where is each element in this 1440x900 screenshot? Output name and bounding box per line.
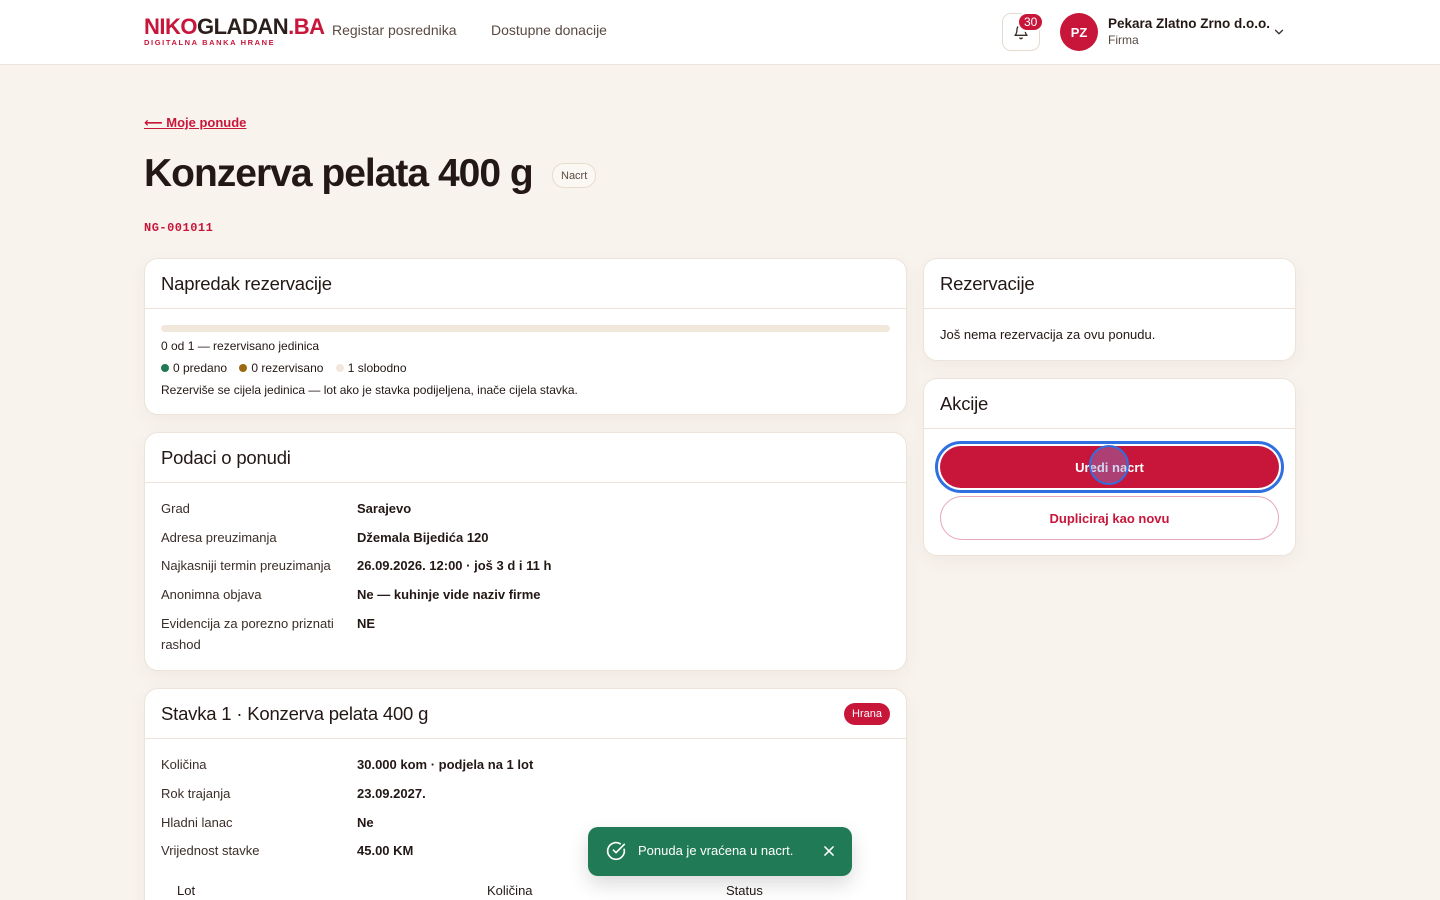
- detail-label: Evidencija za porezno priznati rashod: [161, 616, 334, 652]
- item-label: Hladni lanac: [161, 815, 233, 830]
- detail-value: 26.09.2026. 12:00 · još 3 d i 11 h: [357, 558, 552, 573]
- card-title: Napredak rezervacije: [161, 272, 332, 294]
- item-label: Vrijednost stavke: [161, 843, 260, 858]
- legend-item-delivered: 0 predano: [161, 361, 227, 375]
- page-title: Konzerva pelata 400 g: [144, 152, 534, 195]
- user-avatar[interactable]: PZ: [1060, 13, 1098, 51]
- back-to-my-offers-link[interactable]: ⟵ Moje ponude: [144, 115, 246, 131]
- item-value: 23.09.2027.: [357, 786, 426, 801]
- progress-legend: 0 predano 0 rezervisano 1 slobodno: [161, 361, 407, 375]
- logo-wordmark: NIKOGLADAN.BA: [144, 14, 325, 39]
- toast-message: Ponuda je vraćena u nacrt.: [638, 843, 794, 858]
- card-header: Rezervacije: [924, 259, 1295, 309]
- item-value: Ne: [357, 815, 374, 830]
- progress-note: Rezerviše se cijela jedinica — lot ako j…: [161, 383, 578, 397]
- user-role: Firma: [1108, 33, 1139, 47]
- legend-dot: [239, 364, 248, 372]
- detail-label: Anonimna objava: [161, 587, 262, 602]
- top-navigation-bar: NIKOGLADAN.BA DIGITALNA BANKA HRANE Regi…: [0, 0, 1440, 65]
- offer-details-card: Podaci o ponudi Grad Sarajevo Adresa pre…: [144, 432, 907, 671]
- lot-table-header-lot: Lot: [177, 883, 196, 898]
- detail-label: Adresa preuzimanja: [161, 530, 277, 545]
- progress-bar: [161, 325, 890, 332]
- card-header: Napredak rezervacije: [145, 259, 906, 309]
- legend-item-reserved: 0 rezervisano: [239, 361, 323, 375]
- logo[interactable]: NIKOGLADAN.BA DIGITALNA BANKA HRANE: [144, 14, 325, 48]
- logo-tagline: DIGITALNA BANKA HRANE: [144, 38, 276, 47]
- item-value: 30.000 kom · podjela na 1 lot: [357, 757, 534, 772]
- detail-label: Najkasniji termin preuzimanja: [161, 558, 331, 573]
- reservations-empty-text: Još nema rezervacija za ovu ponudu.: [940, 327, 1156, 342]
- category-badge: Hrana: [844, 702, 890, 725]
- legend-item-free: 1 slobodno: [335, 361, 407, 375]
- detail-value: Džemala Bijedića 120: [357, 530, 489, 545]
- check-circle-icon: [606, 841, 626, 861]
- status-badge: Nacrt: [552, 163, 597, 188]
- reservation-progress-card: Napredak rezervacije 0 od 1 — rezervisan…: [144, 258, 907, 415]
- nav-link-dostupne-donacije[interactable]: Dostupne donacije: [491, 22, 607, 38]
- card-title: Rezervacije: [940, 272, 1035, 294]
- item-label: Količina: [161, 757, 207, 772]
- card-title: Akcije: [940, 392, 989, 414]
- progress-summary: 0 od 1 — rezervisano jedinica: [161, 339, 320, 353]
- detail-value: Sarajevo: [357, 501, 412, 516]
- user-name[interactable]: Pekara Zlatno Zrno d.o.o.: [1108, 16, 1270, 31]
- card-title: Podaci o ponudi: [161, 446, 291, 468]
- card-header: Podaci o ponudi: [145, 433, 906, 483]
- reservations-card: Rezervacije Još nema rezervacija za ovu …: [923, 258, 1296, 361]
- nav-link-registar-posrednika[interactable]: Registar posrednika: [332, 22, 457, 38]
- chevron-down-icon[interactable]: [1272, 25, 1286, 39]
- detail-value: NE: [357, 616, 376, 631]
- legend-dot: [335, 364, 344, 372]
- detail-label: Grad: [161, 501, 190, 516]
- notifications-count-badge: 30: [1017, 12, 1045, 32]
- close-icon[interactable]: [822, 844, 836, 858]
- success-toast: Ponuda je vraćena u nacrt.: [588, 827, 852, 876]
- offer-code: NG-001011: [144, 221, 214, 235]
- lot-table-header-status: Status: [726, 883, 763, 898]
- detail-value: Ne — kuhinje vide naziv firme: [357, 587, 541, 602]
- item-label: Rok trajanja: [161, 786, 231, 801]
- card-title: Stavka 1 · Konzerva pelata 400 g: [161, 702, 429, 724]
- item-value: 45.00 KM: [357, 843, 414, 858]
- lot-table-header-quantity: Količina: [487, 883, 533, 898]
- legend-dot: [161, 364, 169, 372]
- duplicate-button[interactable]: Dupliciraj kao novu: [940, 496, 1279, 540]
- card-header: Akcije: [924, 379, 1295, 429]
- card-header: Stavka 1 · Konzerva pelata 400 g Hrana: [145, 689, 906, 739]
- cursor-indicator: [1089, 445, 1129, 485]
